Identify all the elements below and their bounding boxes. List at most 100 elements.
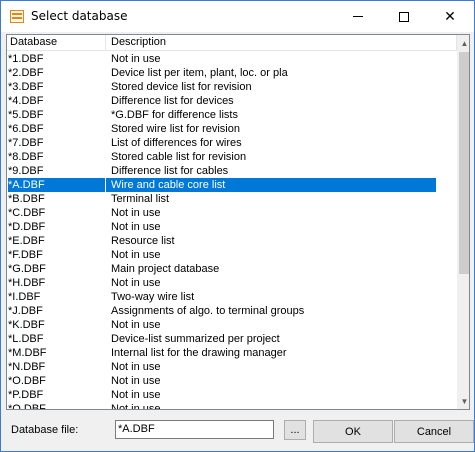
ok-button[interactable]: OK (313, 420, 393, 443)
database-cell: *O.DBF (8, 375, 46, 387)
table-row[interactable]: *G.DBF Main project database (7, 262, 457, 276)
maximize-button[interactable] (381, 1, 427, 32)
table-row[interactable]: *N.DBF Not in use (7, 360, 457, 374)
table-row[interactable]: *D.DBF Not in use (7, 220, 457, 234)
database-cell: *6.DBF (8, 123, 44, 135)
table-row[interactable]: *1.DBF Not in use (7, 52, 457, 66)
scroll-up-button[interactable]: ▲ (458, 35, 469, 51)
database-cell: *H.DBF (8, 277, 46, 289)
database-cell: *3.DBF (8, 81, 44, 93)
vertical-scrollbar[interactable]: ▲ ▼ (457, 35, 469, 409)
scroll-down-button[interactable]: ▼ (458, 393, 469, 409)
list-header: Database Description (7, 35, 457, 51)
database-file-label: Database file: (11, 424, 79, 436)
chevron-up-icon: ▲ (460, 38, 469, 48)
description-cell: Device-list summarized per project (111, 333, 280, 345)
close-icon: ✕ (444, 8, 456, 25)
database-list[interactable]: Database Description *1.DBF Not in use *2.… (6, 34, 470, 410)
database-cell: *M.DBF (8, 347, 47, 359)
table-row[interactable]: *8.DBF Stored cable list for revision (7, 150, 457, 164)
description-cell: Wire and cable core list (106, 178, 436, 192)
table-row[interactable]: *P.DBF Not in use (7, 388, 457, 402)
description-cell: Not in use (111, 361, 161, 373)
database-cell: *F.DBF (8, 249, 43, 261)
database-cell: *1.DBF (8, 53, 44, 65)
database-cell: *B.DBF (8, 193, 45, 205)
description-cell: Difference list for devices (111, 95, 234, 107)
database-cell: *D.DBF (8, 221, 46, 233)
minimize-button[interactable] (335, 1, 381, 32)
table-row[interactable]: *7.DBF List of differences for wires (7, 136, 457, 150)
table-row[interactable]: *F.DBF Not in use (7, 248, 457, 262)
column-header-description[interactable]: Description (106, 35, 457, 51)
description-cell: Not in use (111, 389, 161, 401)
table-row[interactable]: *A.DBF Wire and cable core list (7, 178, 457, 192)
scrollbar-thumb[interactable] (459, 52, 469, 274)
database-cell: *G.DBF (8, 263, 46, 275)
description-cell: Not in use (111, 319, 161, 331)
database-cell: *7.DBF (8, 137, 44, 149)
close-button[interactable]: ✕ (427, 1, 473, 32)
table-row[interactable]: *M.DBF Internal list for the drawing mana… (7, 346, 457, 360)
cancel-button[interactable]: Cancel (394, 420, 474, 443)
table-row[interactable]: *O.DBF Not in use (7, 374, 457, 388)
description-cell: Not in use (111, 403, 161, 410)
table-row[interactable]: *B.DBF Terminal list (7, 192, 457, 206)
database-cell: *5.DBF (8, 109, 44, 121)
table-row[interactable]: *2.DBF Device list per item, plant, loc. … (7, 66, 457, 80)
database-cell: *J.DBF (8, 305, 43, 317)
database-cell: *Q.DBF (8, 403, 46, 410)
description-cell: Resource list (111, 235, 175, 247)
database-cell: *P.DBF (8, 389, 44, 401)
list-rows: *1.DBF Not in use *2.DBF Device list per it… (7, 52, 457, 410)
column-header-database[interactable]: Database (7, 35, 106, 51)
select-database-dialog: Select database ✕ Database Description *… (0, 0, 475, 452)
description-cell: Terminal list (111, 193, 170, 205)
window-title: Select database (31, 9, 128, 23)
table-row[interactable]: *3.DBF Stored device list for revision (7, 80, 457, 94)
database-cell: *K.DBF (8, 319, 45, 331)
database-cell: *2.DBF (8, 67, 44, 79)
description-cell: Two-way wire list (111, 291, 195, 303)
description-cell: Assignments of algo. to terminal groups (111, 305, 305, 317)
description-cell: Not in use (111, 277, 161, 289)
table-row[interactable]: *E.DBF Resource list (7, 234, 457, 248)
description-cell: Stored cable list for revision (111, 151, 247, 163)
table-row[interactable]: *H.DBF Not in use (7, 276, 457, 290)
chevron-down-icon: ▼ (460, 396, 469, 406)
minimize-icon (353, 16, 363, 17)
database-cell: *9.DBF (8, 165, 44, 177)
description-cell: Stored wire list for revision (111, 123, 240, 135)
table-row[interactable]: *9.DBF Difference list for cables (7, 164, 457, 178)
description-cell: Not in use (111, 249, 161, 261)
title-bar: Select database ✕ (1, 1, 474, 32)
table-row[interactable]: *C.DBF Not in use (7, 206, 457, 220)
table-row[interactable]: *5.DBF *G.DBF for difference lists (7, 108, 457, 122)
description-cell: *G.DBF for difference lists (111, 109, 238, 121)
description-cell: Not in use (111, 375, 161, 387)
table-row[interactable]: *L.DBF Device-list summarized per project (7, 332, 457, 346)
browse-button[interactable]: ... (284, 420, 306, 440)
description-cell: Difference list for cables (111, 165, 229, 177)
description-cell: Internal list for the drawing manager (111, 347, 287, 359)
database-cell: *4.DBF (8, 95, 44, 107)
description-cell: Main project database (111, 263, 220, 275)
description-cell: Not in use (111, 221, 161, 233)
database-cell: *8.DBF (8, 151, 44, 163)
database-file-input[interactable]: *A.DBF (115, 420, 274, 439)
table-row[interactable]: *I.DBF Two-way wire list (7, 290, 457, 304)
table-row[interactable]: *4.DBF Difference list for devices (7, 94, 457, 108)
table-row[interactable]: *K.DBF Not in use (7, 318, 457, 332)
database-cell: *E.DBF (8, 235, 45, 247)
database-cell: *N.DBF (8, 361, 46, 373)
database-cell: *A.DBF (8, 178, 105, 192)
maximize-icon (399, 11, 409, 22)
table-row[interactable]: *J.DBF Assignments of algo. to terminal g… (7, 304, 457, 318)
database-cell: *I.DBF (8, 291, 41, 303)
description-cell: Not in use (111, 53, 161, 65)
database-cell: *L.DBF (8, 333, 44, 345)
description-cell: Stored device list for revision (111, 81, 252, 93)
table-row[interactable]: *Q.DBF Not in use (7, 402, 457, 410)
table-row[interactable]: *6.DBF Stored wire list for revision (7, 122, 457, 136)
description-cell: List of differences for wires (111, 137, 242, 149)
